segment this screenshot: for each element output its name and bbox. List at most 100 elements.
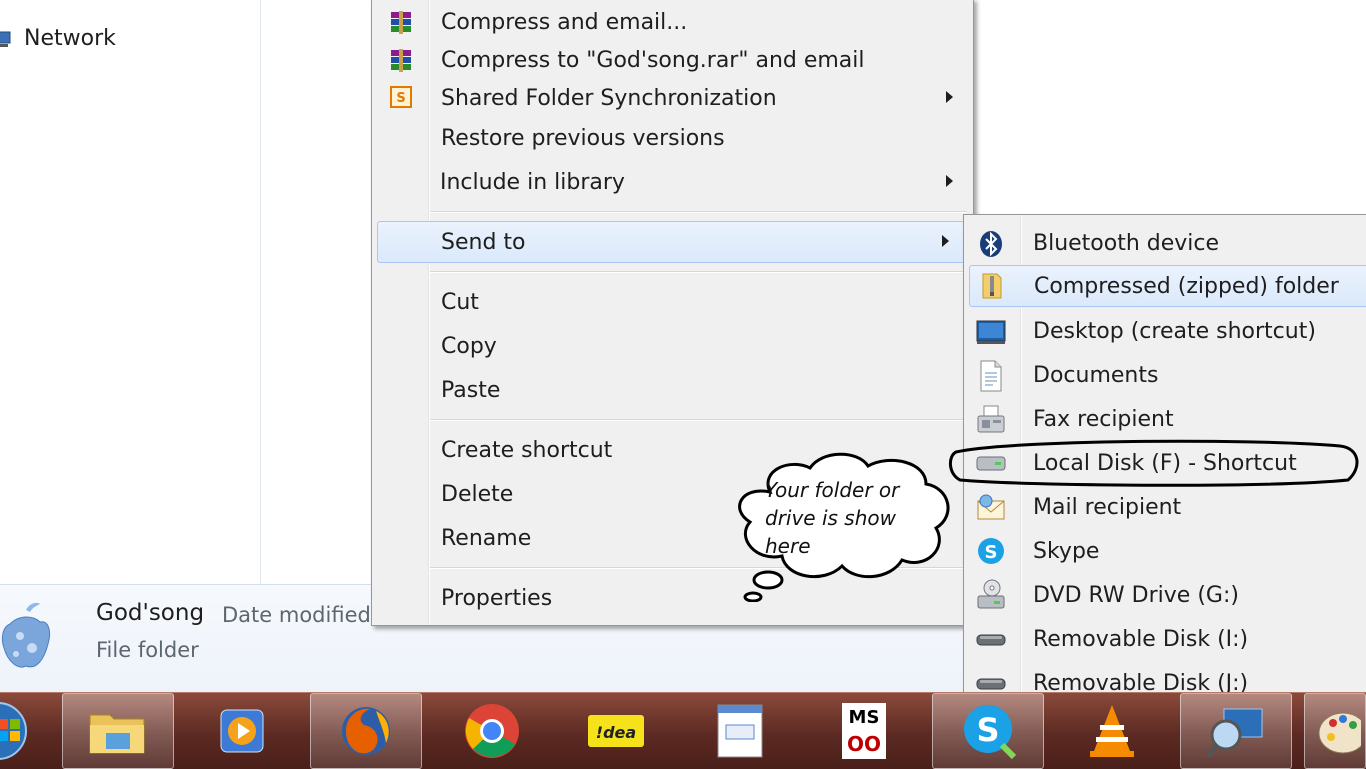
menu-item-label: Compress and email... — [441, 9, 688, 35]
menu-item-restore-previous-versions[interactable]: Restore previous versions — [372, 118, 973, 158]
submenu-arrow-icon — [942, 235, 949, 247]
removable-disk-icon — [976, 631, 1006, 651]
menu-item-label: Compressed (zipped) folder — [1034, 273, 1339, 299]
svg-text:S: S — [976, 711, 999, 749]
mail-icon — [976, 493, 1006, 523]
folder-icon — [89, 714, 145, 754]
menu-item-shared-folder-sync[interactable]: S Shared Folder Synchronization — [372, 78, 973, 118]
paint-palette-icon — [1318, 712, 1361, 754]
menu-item-label: Shared Folder Synchronization — [441, 85, 777, 111]
folder-thumbnail-icon — [0, 600, 52, 676]
taskbar-media-player[interactable] — [186, 693, 298, 769]
menu-item-label: Paste — [441, 377, 501, 403]
send-to-dvd-rw-drive[interactable]: DVD RW Drive (G:) — [964, 575, 1366, 615]
taskbar: !dea MS OO S — [0, 692, 1366, 769]
menu-item-label: Properties — [441, 585, 553, 611]
fax-icon — [976, 404, 1006, 436]
computer-search-icon — [1206, 708, 1263, 759]
menu-separator — [430, 271, 967, 273]
menu-item-label: Compress to "God'song.rar" and email — [441, 47, 865, 73]
sync-icon-glyph: S — [396, 91, 405, 106]
nav-item-network[interactable]: Network — [0, 22, 116, 54]
taskbar-window-app[interactable] — [684, 693, 796, 769]
menu-item-label: Restore previous versions — [441, 125, 725, 151]
menu-item-copy[interactable]: Copy — [372, 326, 973, 366]
detail-date-modified-label: Date modified — [222, 603, 371, 627]
send-to-removable-disk-i[interactable]: Removable Disk (I:) — [964, 619, 1366, 659]
menu-item-include-in-library[interactable]: Include in library — [372, 162, 973, 202]
menu-item-label: Skype — [1033, 538, 1100, 564]
start-button[interactable] — [0, 693, 36, 769]
chrome-icon — [465, 704, 519, 758]
desktop-icon — [976, 319, 1006, 345]
dvd-drive-icon — [976, 578, 1006, 612]
taskbar-firefox[interactable] — [310, 693, 422, 769]
menu-item-label: Create shortcut — [441, 437, 613, 463]
menu-item-label: Rename — [441, 525, 532, 551]
taskbar-chrome[interactable] — [436, 693, 548, 769]
taskbar-idea[interactable]: !dea — [560, 693, 672, 769]
callout-line-1: Your folder or — [765, 478, 900, 502]
bluetooth-icon — [978, 230, 1004, 257]
detail-item-name: God'song — [96, 600, 205, 626]
document-icon — [978, 360, 1004, 392]
menu-item-send-to[interactable]: Send to — [377, 221, 966, 263]
send-to-fax-recipient[interactable]: Fax recipient — [964, 399, 1366, 439]
idea-app-icon: !dea — [588, 715, 644, 747]
skype-icon: S — [976, 536, 1006, 566]
skype-icon: S — [964, 705, 1017, 760]
send-to-documents[interactable]: Documents — [964, 355, 1366, 395]
idea-app-text: !dea — [596, 723, 636, 742]
ms-icon-subtext: OO — [847, 732, 881, 756]
menu-item-label: Removable Disk (I:) — [1033, 626, 1249, 652]
menu-item-label: Include in library — [440, 169, 625, 195]
highlight-ring-annotation — [949, 439, 1359, 487]
taskbar-explorer[interactable] — [62, 693, 174, 769]
send-to-mail-recipient[interactable]: Mail recipient — [964, 487, 1366, 527]
media-player-icon — [220, 709, 264, 753]
menu-item-cut[interactable]: Cut — [372, 282, 973, 322]
menu-separator — [430, 211, 967, 213]
zip-folder-icon — [979, 272, 1005, 299]
winrar-icon — [388, 10, 414, 36]
svg-text:S: S — [985, 542, 998, 563]
menu-item-compress-to-rar-email[interactable]: Compress to "God'song.rar" and email — [372, 40, 973, 80]
menu-item-label: Fax recipient — [1033, 406, 1174, 432]
taskbar-vlc[interactable] — [1056, 693, 1168, 769]
send-to-skype[interactable]: S Skype — [964, 531, 1366, 571]
vlc-icon — [1090, 705, 1134, 757]
menu-item-label: Cut — [441, 289, 479, 315]
menu-item-paste[interactable]: Paste — [372, 370, 973, 410]
taskbar-ms-office[interactable]: MS OO — [808, 693, 920, 769]
menu-item-label: Send to — [441, 229, 526, 255]
taskbar-paint[interactable] — [1304, 693, 1366, 769]
network-icon — [0, 29, 14, 47]
menu-item-label: Delete — [441, 481, 514, 507]
callout-line-2: drive is show — [765, 506, 896, 530]
taskbar-skype[interactable]: S — [932, 693, 1044, 769]
submenu-arrow-icon — [946, 175, 953, 187]
nav-label-network: Network — [24, 25, 116, 51]
menu-item-compress-email[interactable]: Compress and email... — [372, 2, 973, 42]
menu-item-label: Bluetooth device — [1033, 230, 1220, 256]
send-to-bluetooth-device[interactable]: Bluetooth device — [964, 223, 1366, 263]
menu-item-label: Copy — [441, 333, 497, 359]
callout-line-3: here — [765, 534, 811, 558]
application-window-icon — [717, 704, 763, 758]
winrar-icon — [388, 48, 414, 74]
detail-item-type: File folder — [96, 638, 199, 662]
windows-orb-icon — [0, 702, 27, 760]
menu-item-label: DVD RW Drive (G:) — [1033, 582, 1239, 608]
menu-separator — [430, 419, 967, 421]
menu-item-label: Desktop (create shortcut) — [1033, 318, 1316, 344]
send-to-desktop[interactable]: Desktop (create shortcut) — [964, 311, 1366, 351]
menu-item-label: Mail recipient — [1033, 494, 1182, 520]
sync-icon: S — [390, 86, 412, 108]
taskbar-network-tool[interactable] — [1180, 693, 1292, 769]
callout-text: Your folder or drive is show here — [765, 476, 935, 560]
submenu-arrow-icon — [946, 91, 953, 103]
send-to-compressed-folder[interactable]: Compressed (zipped) folder — [969, 265, 1366, 307]
firefox-icon — [342, 707, 390, 755]
ms-icon-text: MS — [849, 707, 880, 728]
navigation-pane: Network — [0, 0, 261, 584]
